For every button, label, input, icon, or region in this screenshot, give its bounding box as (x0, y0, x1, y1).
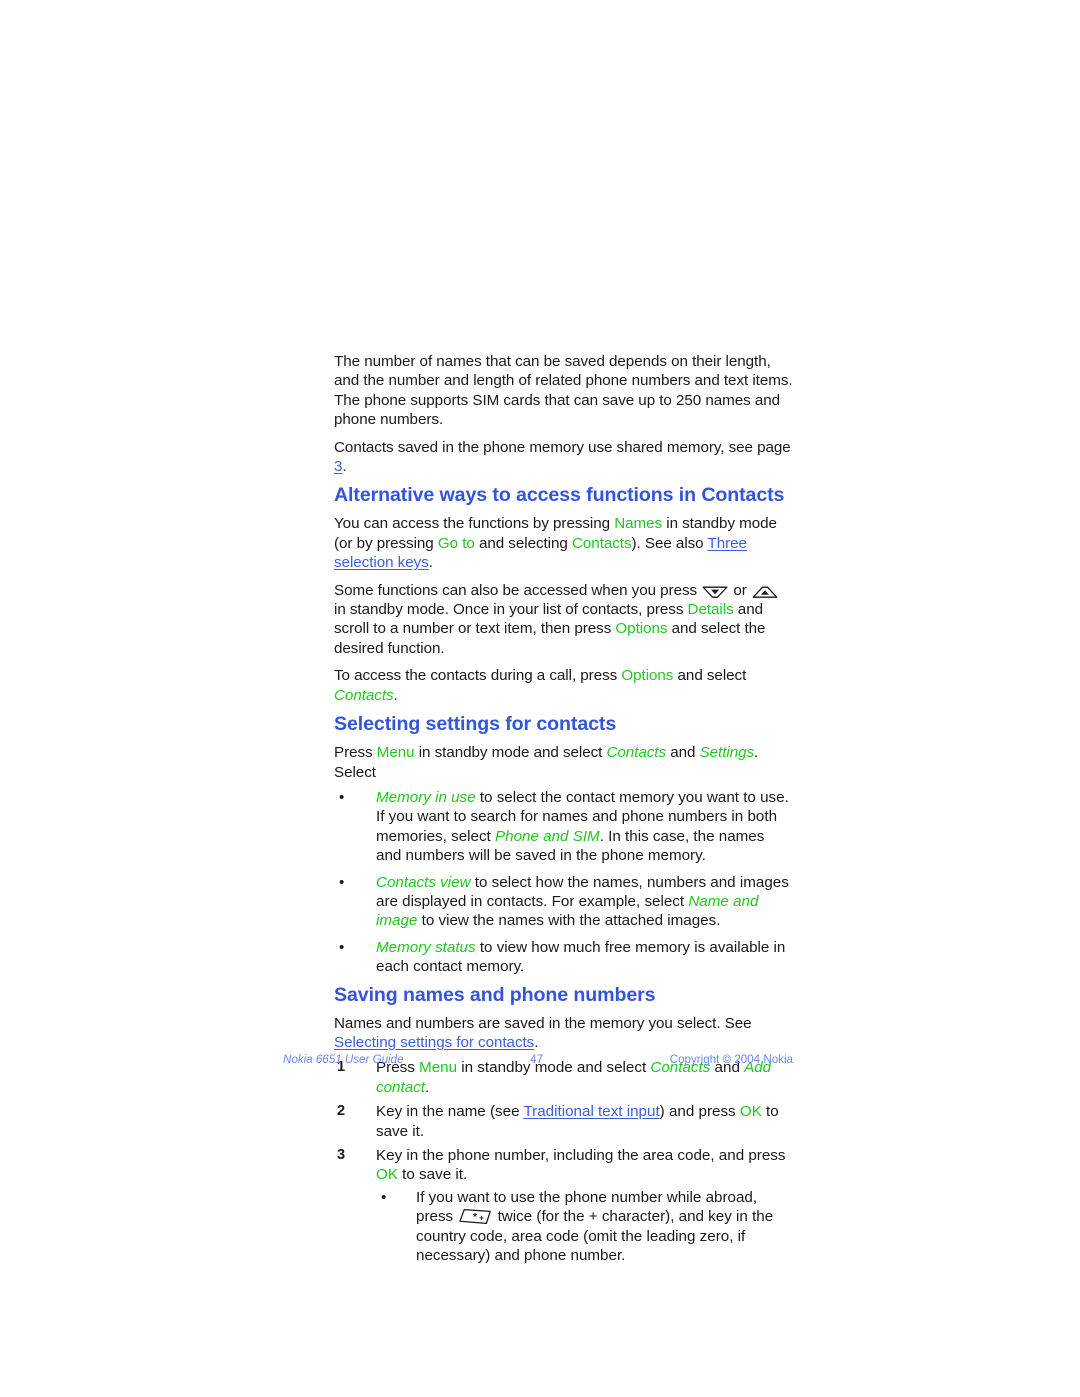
footer-title-text: Nokia 6651 User Guide (283, 1053, 404, 1066)
list-item: • Memory status to view how much free mem… (334, 938, 793, 977)
settings-intro-paragraph: Press Menu in standby mode and select Co… (334, 743, 793, 782)
softkey-ok-1: OK (739, 1103, 762, 1121)
footer-copyright: Copyright © 2004 Nokia (669, 1053, 793, 1066)
footer-page-number: 47 (530, 1053, 544, 1066)
scroll-down-key-icon (702, 585, 728, 599)
step-number: 3 (337, 1147, 346, 1163)
footer-document-title: Nokia 6651 User Guide (283, 1051, 404, 1069)
menu-item-phone-and-sim: Phone and SIM (495, 827, 600, 845)
bullet-marker-icon: • (381, 1188, 387, 1206)
softkey-menu-1: Menu (376, 744, 415, 762)
alt-p3-text-2: and select (673, 667, 747, 685)
bullet-marker-icon: • (339, 788, 345, 806)
document-page: The number of names that can be saved de… (0, 0, 1080, 1397)
alt-p1-text-1: You can access the functions by pressing (334, 515, 615, 533)
step-1-text-1: Key in the name (see (376, 1103, 524, 1121)
alt-p3-text-1: To access the contacts during a call, pr… (334, 667, 622, 685)
saving-intro-paragraph: Names and numbers are saved in the memor… (334, 1014, 793, 1053)
bullet-marker-icon: • (339, 938, 345, 956)
scroll-up-key-icon (752, 585, 778, 599)
menu-item-settings: Settings (699, 744, 755, 762)
list-item: 2 Key in the name (see Traditional text i… (334, 1102, 793, 1141)
shared-memory-prefix: Contacts saved in the phone memory use s… (334, 438, 791, 456)
softkey-options-1: Options (615, 620, 668, 638)
intro-paragraph-text: The number of names that can be saved de… (334, 353, 793, 429)
alt-p2-text-2: or (729, 581, 751, 599)
alt-p1-text-3: and selecting (474, 534, 572, 552)
list-item: 3 Key in the phone number, including the … (334, 1146, 793, 1265)
alternative-paragraph-3: To access the contacts during a call, pr… (334, 666, 793, 705)
alt-p1-text-5: . (428, 554, 433, 572)
bullet-1-text-2: to view the names with the attached imag… (417, 912, 721, 930)
step-1-text-2: ) and press (659, 1103, 740, 1121)
traditional-text-input-link[interactable]: Traditional text input (523, 1103, 659, 1120)
menu-item-contacts-2: Contacts (606, 744, 667, 762)
step-2-text-2: to save it. (397, 1166, 468, 1184)
menu-item-contacts-view: Contacts view (376, 873, 471, 891)
list-item: • Contacts view to select how the names, … (334, 873, 793, 931)
alternative-paragraph-1: You can access the functions by pressing… (334, 514, 793, 572)
saving-intro-text-1: Names and numbers are saved in the memor… (334, 1014, 752, 1032)
settings-intro-text-2: in standby mode and select (414, 744, 607, 762)
alt-p2-text-1: Some functions can also be accessed when… (334, 581, 702, 599)
shared-memory-paragraph: Contacts saved in the phone memory use s… (334, 438, 793, 477)
menu-item-memory-in-use: Memory in use (376, 788, 476, 806)
softkey-go-to: Go to (437, 534, 475, 552)
svg-text:+: + (480, 1214, 485, 1223)
step-0-text-4: . (424, 1078, 430, 1096)
menu-item-contacts: Contacts (334, 686, 394, 704)
shared-memory-suffix: . (342, 458, 347, 476)
softkey-contacts: Contacts (571, 534, 632, 552)
softkey-details: Details (687, 601, 734, 619)
saving-intro-text-2: . (534, 1033, 539, 1051)
page-content: The number of names that can be saved de… (334, 352, 793, 1270)
heading-saving-names: Saving names and phone numbers (334, 983, 656, 1006)
list-item: • Memory in use to select the contact mem… (334, 788, 793, 866)
heading-selecting-settings: Selecting settings for contacts (334, 713, 617, 736)
softkey-names: Names (614, 515, 663, 533)
menu-item-memory-status: Memory status (376, 938, 476, 956)
list-item: • If you want to use the phone number whi… (376, 1188, 793, 1266)
alt-p1-text-4: ). See also (631, 534, 708, 552)
step-number: 2 (337, 1103, 346, 1120)
settings-intro-text-1: Press (334, 744, 377, 762)
alternative-paragraph-2: Some functions can also be accessed when… (334, 581, 793, 659)
alt-p2-text-3: in standby mode. Once in your list of co… (334, 601, 688, 619)
saving-steps-list: 1 Press Menu in standby mode and select C… (334, 1058, 793, 1265)
selecting-settings-for-contacts-link[interactable]: Selecting settings for contacts (334, 1034, 534, 1051)
settings-bullet-list: • Memory in use to select the contact mem… (334, 788, 793, 977)
abroad-sub-bullet-list: • If you want to use the phone number whi… (376, 1188, 793, 1266)
step-2-text-1: Key in the phone number, including the a… (376, 1147, 786, 1164)
alt-p3-text-3: . (393, 686, 398, 704)
softkey-ok-2: OK (376, 1166, 398, 1184)
bullet-marker-icon: • (339, 873, 345, 891)
star-plus-key-icon: * + (458, 1208, 492, 1225)
svg-text:*: * (473, 1211, 478, 1223)
page-footer: Nokia 6651 User Guide 47 Copyright © 200… (283, 1051, 793, 1069)
intro-paragraph: The number of names that can be saved de… (334, 352, 793, 430)
softkey-options-2: Options (621, 667, 674, 685)
heading-alternative-ways: Alternative ways to access functions in … (334, 484, 785, 507)
settings-intro-text-3: and (666, 744, 700, 762)
